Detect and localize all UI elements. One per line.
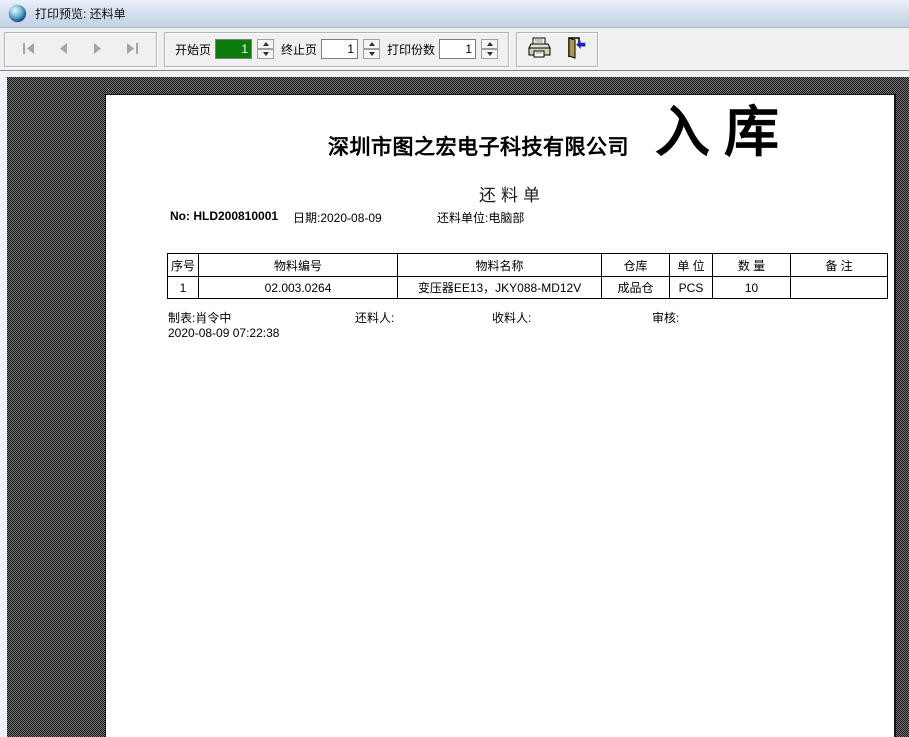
header-remarks: 备 注 [790,253,889,277]
end-page-down-button[interactable] [363,49,381,59]
copies-spinner [481,39,499,59]
first-page-button[interactable] [13,35,43,63]
cell-quantity: 10 [712,276,792,299]
action-button-group [516,31,599,67]
next-page-button[interactable] [83,35,113,63]
copies-up-button[interactable] [481,39,499,49]
start-page-field: 开始页 [175,39,275,59]
copies-input[interactable] [439,39,477,59]
header-unit: 单 位 [669,253,714,277]
copies-field: 打印份数 [387,39,499,59]
table-header-row: 序号 物料编号 物料名称 仓库 单 位 数 量 备 注 [166,253,889,277]
table-row: 1 02.003.0264 变压器EE13，JKY088-MD12V 成品仓 P… [166,276,889,299]
cell-unit: PCS [669,276,714,299]
print-button[interactable] [523,34,555,64]
start-page-down-button[interactable] [257,49,275,59]
start-page-label: 开始页 [175,42,212,57]
copies-label: 打印份数 [387,42,436,57]
next-page-icon [93,42,102,57]
globe-icon [9,5,26,22]
exit-button[interactable] [559,34,591,64]
header-material-code: 物料编号 [198,253,399,277]
cell-seq: 1 [166,276,200,299]
cell-remarks [790,276,889,299]
end-page-input[interactable] [321,39,359,59]
last-page-icon [126,42,139,57]
warehouse-entry-stamp: 入库 [655,102,794,163]
title-bar: 打印预览: 还料单 [0,0,909,28]
footer-receiver: 收料人: [492,311,532,325]
toolbar: 开始页 终止页 打印份数 [0,28,909,71]
header-warehouse: 仓库 [601,253,671,277]
form-title: 还料单 [479,186,545,205]
nav-button-group [4,31,157,67]
end-page-field: 终止页 [281,39,381,59]
cell-material-code: 02.003.0264 [198,276,399,299]
cell-material-name: 变压器EE13，JKY088-MD12V [397,276,603,299]
print-preview-window: 打印预览: 还料单 开始页 1 终止页 1 打印份数 1 深圳市图之宏电子科技有… [0,0,909,737]
cell-warehouse: 成品仓 [601,276,671,299]
preview-background: 深圳市图之宏电子科技有限公司 入库 还料单 No: HLD200810001 日… [7,77,909,737]
document-page: 深圳市图之宏电子科技有限公司 入库 还料单 No: HLD200810001 日… [105,94,896,737]
footer-returner: 还料人: [355,311,395,325]
window-title: 打印预览: 还料单 [35,7,126,21]
return-unit: 还料单位:电脑部 [437,211,525,225]
document-number: No: HLD200810001 [170,209,279,223]
start-page-up-button[interactable] [257,39,275,49]
preview-panel: 深圳市图之宏电子科技有限公司 入库 还料单 No: HLD200810001 日… [0,71,909,737]
previous-page-button[interactable] [48,35,78,63]
exit-door-icon [563,36,587,62]
printer-icon [526,36,552,63]
end-page-label: 终止页 [281,42,318,57]
end-page-up-button[interactable] [363,39,381,49]
header-material-name: 物料名称 [397,253,603,277]
page-settings-group: 开始页 终止页 打印份数 [164,31,510,67]
header-quantity: 数 量 [712,253,792,277]
footer-timestamp: 2020-08-09 07:22:38 [168,326,280,340]
company-name: 深圳市图之宏电子科技有限公司 [328,135,629,159]
end-page-spinner [363,39,381,59]
document-date: 日期:2020-08-09 [293,211,382,225]
footer-auditor: 审核: [652,311,680,325]
start-page-spinner [257,39,275,59]
previous-page-icon [59,42,68,57]
start-page-input[interactable] [215,39,253,59]
materials-table: 序号 物料编号 物料名称 仓库 单 位 数 量 备 注 1 02.003.026… [166,253,889,299]
first-page-icon [22,42,35,57]
copies-down-button[interactable] [481,49,499,59]
last-page-button[interactable] [118,35,148,63]
footer-preparer: 制表:肖令中 [168,311,232,325]
header-seq: 序号 [166,253,200,277]
